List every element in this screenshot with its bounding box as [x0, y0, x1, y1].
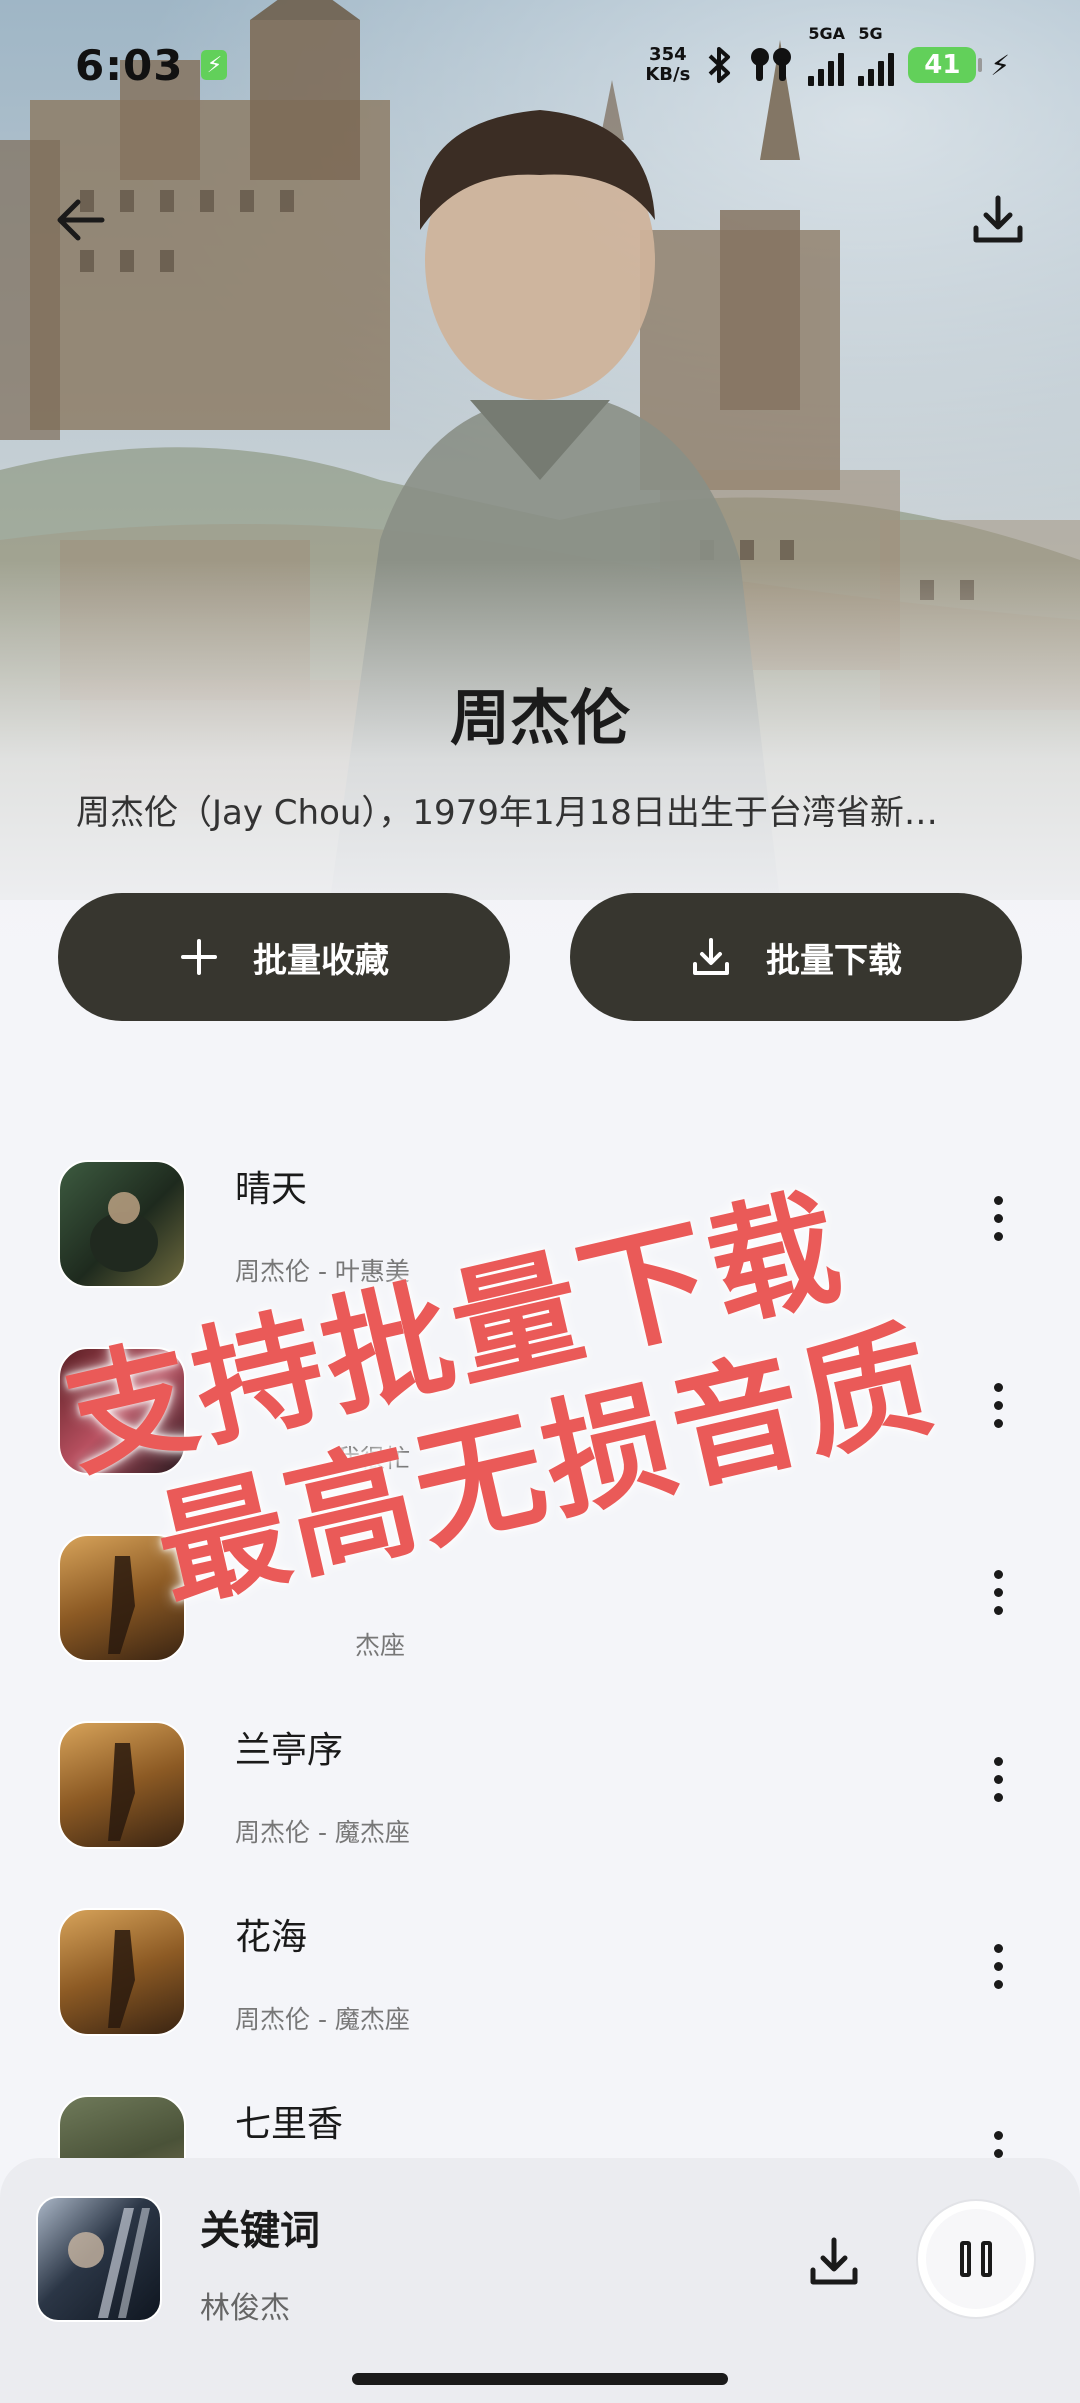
now-playing-cover[interactable]	[36, 2196, 162, 2322]
song-title: 兰亭序	[235, 1730, 344, 1771]
song-title: 晴天	[235, 1169, 308, 1210]
song-row[interactable]: 兰亭序 周杰伦 - 魔杰座	[0, 1701, 1080, 1851]
batch-favorite-label: 批量收藏	[253, 940, 389, 981]
sim1-signal: 5GA	[808, 24, 845, 86]
pause-bar-left	[960, 2241, 971, 2277]
download-icon[interactable]	[806, 2234, 862, 2290]
batch-download-label: 批量下载	[766, 940, 902, 981]
song-subtitle: 杰座	[355, 1631, 406, 1660]
more-options-icon[interactable]	[980, 1196, 1016, 1252]
battery-indicator: 41	[908, 47, 983, 83]
album-cover	[58, 1721, 186, 1849]
network-speed: 354 KB/s	[645, 45, 690, 85]
more-options-icon[interactable]	[980, 1570, 1016, 1626]
download-icon	[693, 938, 729, 975]
song-subtitle: 周杰伦 - 魔杰座	[235, 2005, 410, 2034]
sim2-bars-icon	[858, 52, 895, 86]
sim1-label: 5GA	[808, 24, 845, 43]
more-options-icon[interactable]	[980, 1757, 1016, 1813]
more-options-icon[interactable]	[980, 1944, 1016, 2000]
song-subtitle: 周杰伦 - 魔杰座	[235, 1818, 410, 1847]
album-cover	[58, 1908, 186, 2036]
battery-charging-icon: ⚡	[990, 48, 1010, 82]
song-row[interactable]: 我很忙	[0, 1327, 1080, 1477]
status-indicators: 354 KB/s 5GA 5G 41 ⚡	[645, 24, 1010, 86]
download-icon[interactable]	[968, 190, 1028, 250]
charging-icon: ⚡	[201, 50, 228, 80]
earbuds-icon	[751, 48, 792, 81]
batch-favorite-button[interactable]: 批量收藏	[58, 893, 510, 1021]
sim2-label: 5G	[858, 24, 883, 43]
status-bar: 6:03 ⚡ 354 KB/s 5GA 5G 41 ⚡	[0, 0, 1080, 130]
now-playing-artist: 林俊杰	[200, 2291, 290, 2326]
now-playing-title: 关键词	[200, 2208, 320, 2254]
sim1-bars-icon	[808, 52, 845, 86]
back-arrow-icon[interactable]	[52, 190, 112, 250]
sim2-signal: 5G	[858, 24, 895, 86]
song-title: 七里香	[235, 2104, 344, 2145]
mini-player[interactable]: 关键词 林俊杰	[0, 2158, 1080, 2403]
song-subtitle: 周杰伦 - 叶惠美	[235, 1257, 410, 1286]
song-row[interactable]: 花海 周杰伦 - 魔杰座	[0, 1888, 1080, 2038]
pause-button[interactable]	[918, 2201, 1034, 2317]
album-cover	[58, 1347, 186, 1475]
artist-name: 周杰伦	[450, 684, 630, 754]
song-title: 花海	[235, 1917, 308, 1958]
song-row[interactable]: 杰座	[0, 1514, 1080, 1664]
plus-icon	[181, 939, 217, 975]
more-options-icon[interactable]	[980, 1383, 1016, 1439]
album-cover	[58, 1534, 186, 1662]
network-speed-value: 354	[649, 44, 687, 65]
bluetooth-icon	[708, 47, 731, 83]
batch-download-button[interactable]: 批量下载	[570, 893, 1022, 1021]
status-time: 6:03	[75, 40, 184, 90]
network-speed-unit: KB/s	[645, 64, 691, 85]
song-subtitle: 我很忙	[335, 1444, 411, 1473]
song-row[interactable]: 晴天 周杰伦 - 叶惠美	[0, 1140, 1080, 1290]
home-indicator[interactable]	[352, 2373, 728, 2385]
album-cover	[58, 1160, 186, 1288]
artist-description[interactable]: 周杰伦（Jay Chou），1979年1月18日出生于台湾省新…	[76, 785, 1016, 834]
pause-bar-right	[981, 2241, 992, 2277]
